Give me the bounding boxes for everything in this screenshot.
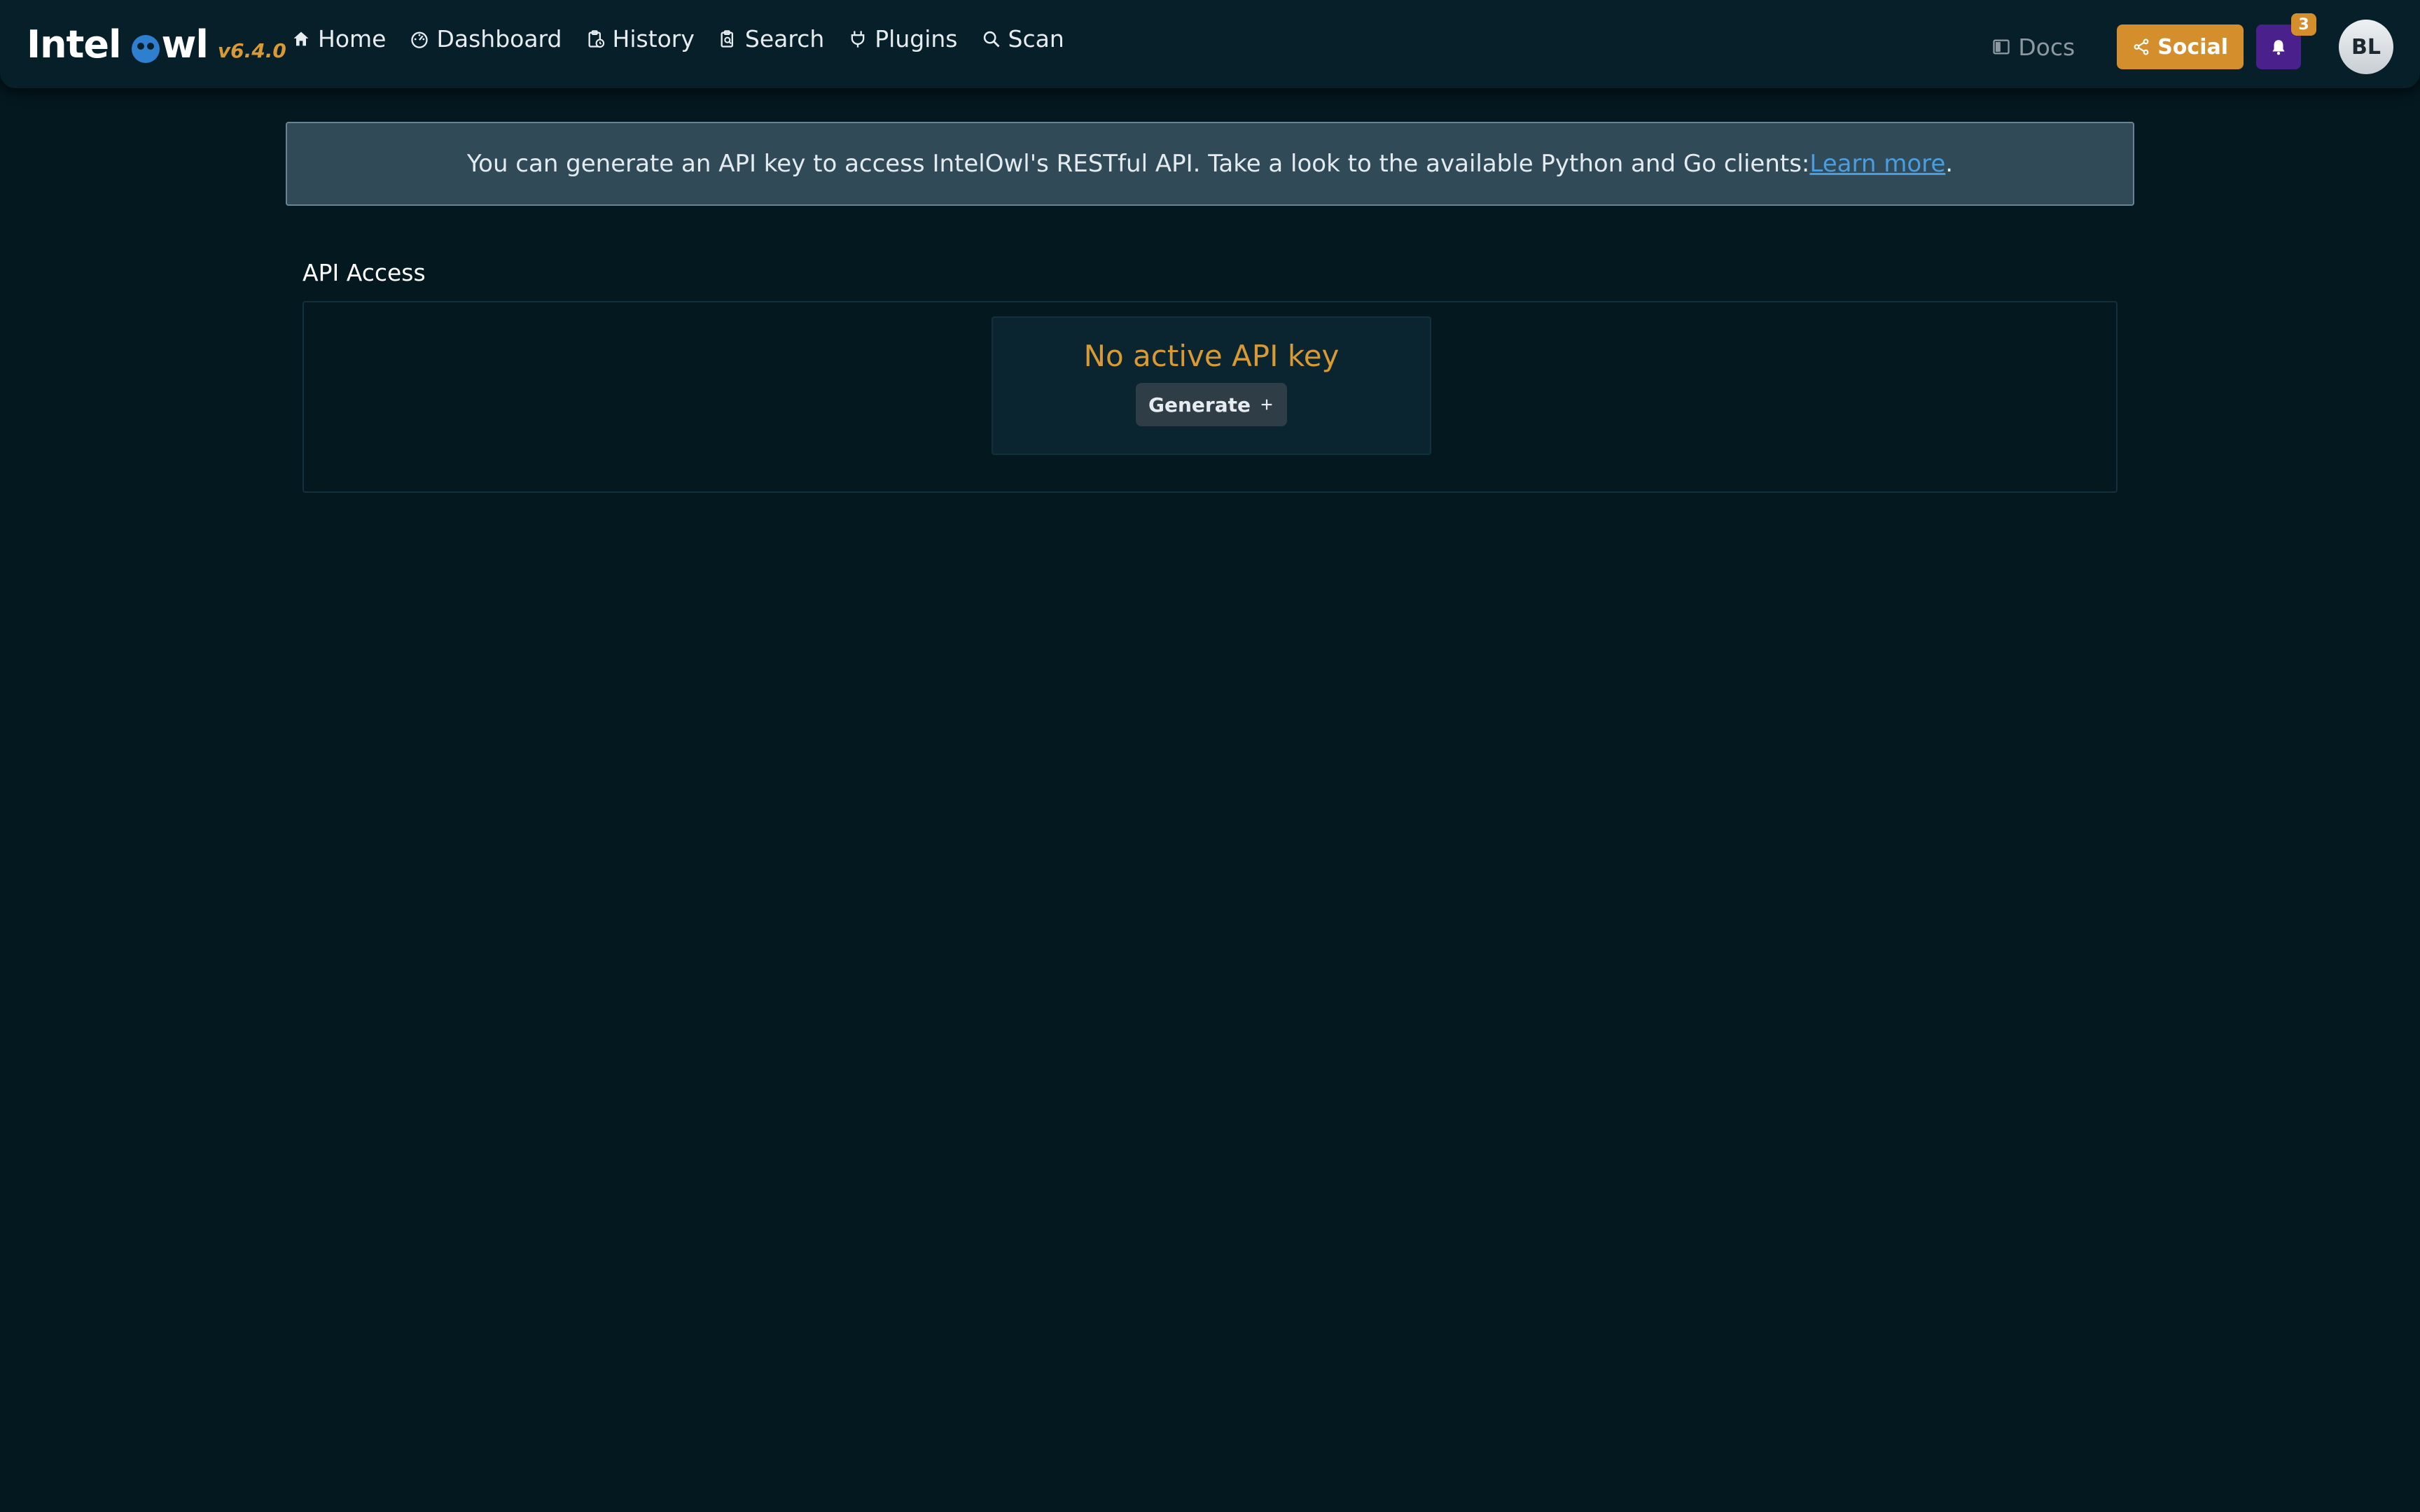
nav-item-label: Home <box>318 25 387 52</box>
social-label: Social <box>2157 34 2228 59</box>
user-avatar[interactable]: BL <box>2339 20 2393 74</box>
social-button[interactable]: Social <box>2117 24 2244 69</box>
nav-item-label: Plugins <box>875 25 958 52</box>
banner-suffix: . <box>1945 150 1954 178</box>
brand-logo: Intel wl <box>27 22 209 66</box>
brand-version: v6.4.0 <box>217 39 286 62</box>
banner-text: You can generate an API key to access In… <box>466 150 1810 178</box>
brand[interactable]: Intel wl v6.4.0 <box>27 22 286 66</box>
share-icon <box>2134 38 2149 55</box>
nav-item-dashboard[interactable]: Dashboard <box>410 25 562 52</box>
notifications-button[interactable]: 3 <box>2256 13 2316 69</box>
search-icon <box>983 31 999 47</box>
book-icon <box>1993 39 2010 55</box>
plus-icon <box>1261 399 1272 410</box>
nav-item-scan[interactable]: Scan <box>982 25 1064 52</box>
api-key-status: No active API key <box>1083 339 1340 373</box>
home-icon <box>293 31 309 46</box>
brand-name-suffix: wl <box>161 22 208 66</box>
api-info-banner: You can generate an API key to access In… <box>286 122 2134 206</box>
api-access-panel: No active API key Generate <box>302 301 2118 493</box>
nav-item-history[interactable]: History <box>586 25 695 52</box>
nav-item-label: Scan <box>1008 25 1064 52</box>
dashboard-icon <box>411 31 429 48</box>
nav-item-plugins[interactable]: Plugins <box>848 25 958 52</box>
nav-item-search[interactable]: Search <box>718 25 824 52</box>
notification-count-badge: 3 <box>2291 13 2316 36</box>
learn-more-link[interactable]: Learn more <box>1809 150 1945 178</box>
generate-label: Generate <box>1148 393 1251 416</box>
bell-icon <box>2272 40 2285 55</box>
history-icon <box>588 29 604 48</box>
nav-item-label: Search <box>744 25 825 52</box>
nav-item-home[interactable]: Home <box>291 25 386 52</box>
search-doc-icon <box>721 29 733 48</box>
top-navbar: Intel wl v6.4.0 Home Dashboard History S… <box>0 0 2420 88</box>
nav-item-label: Dashboard <box>436 25 562 52</box>
brand-name-prefix: Intel <box>27 22 121 66</box>
nav-links: Home Dashboard History Search Plugins Sc… <box>291 25 1064 52</box>
api-key-card: No active API key Generate <box>992 316 1431 455</box>
plug-icon <box>851 30 865 48</box>
owl-icon <box>132 34 160 63</box>
generate-api-key-button[interactable]: Generate <box>1136 383 1287 426</box>
docs-label: Docs <box>2018 33 2075 61</box>
nav-right: Docs Social 3 BL <box>1991 13 2393 74</box>
docs-link[interactable]: Docs <box>1991 34 2075 61</box>
api-access-title: API Access <box>302 259 426 286</box>
nav-item-label: History <box>612 25 695 52</box>
